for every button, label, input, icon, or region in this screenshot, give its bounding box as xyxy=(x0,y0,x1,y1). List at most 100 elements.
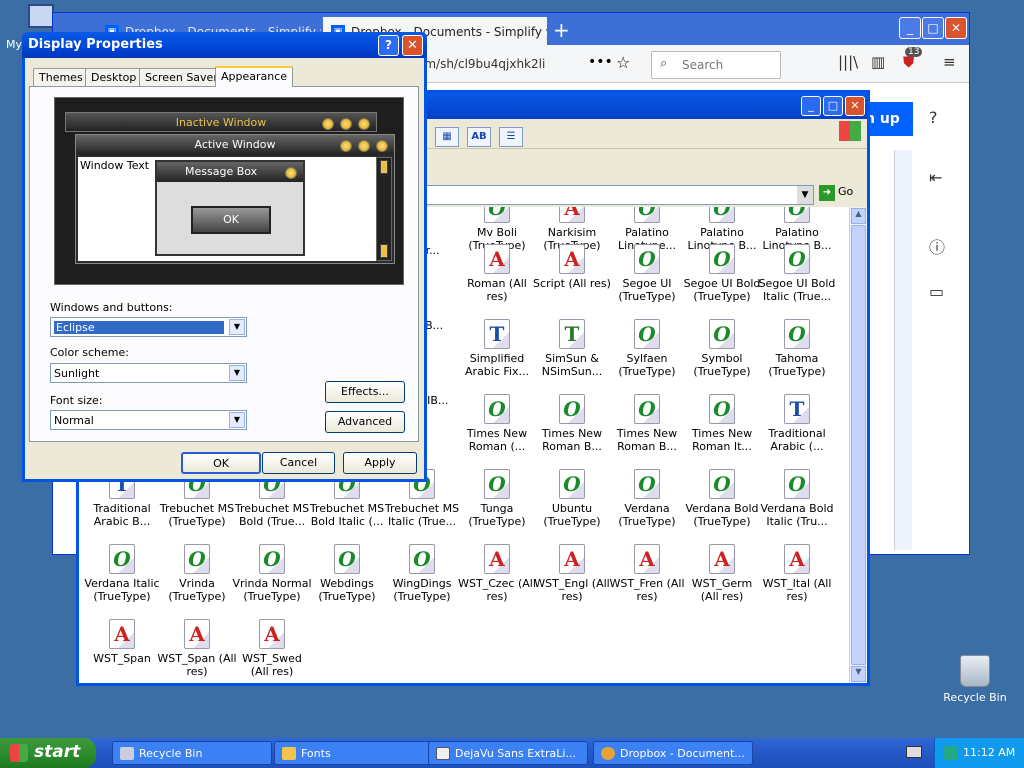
close-icon[interactable]: ✕ xyxy=(402,35,423,56)
effects-button[interactable]: Effects... xyxy=(325,381,405,403)
maximize-icon[interactable]: □ xyxy=(823,96,843,116)
keyboard-icon[interactable] xyxy=(906,746,922,758)
font-item[interactable]: A WST_Engl (All res) xyxy=(532,544,612,603)
font-item[interactable]: O Vrinda Normal (TrueType) xyxy=(232,544,312,603)
close-icon[interactable]: ✕ xyxy=(945,17,967,39)
recycle-bin-desktop-icon[interactable]: Recycle Bin xyxy=(940,655,1010,704)
clock[interactable]: 11:12 AM xyxy=(963,746,1015,759)
font-item[interactable]: O Symbol (TrueType) xyxy=(682,319,762,378)
large-icons-view-icon[interactable]: ▦ xyxy=(435,127,459,147)
menu-icon[interactable]: ≡ xyxy=(943,53,956,71)
font-item[interactable]: O WingDings (TrueType) xyxy=(382,544,462,603)
new-tab-icon[interactable]: + xyxy=(553,18,570,42)
go-button[interactable]: ➜ Go xyxy=(819,185,853,201)
taskbar-item-recycle-bin[interactable]: Recycle Bin xyxy=(112,741,272,765)
font-item-label: WST_Engl (All res) xyxy=(534,577,610,603)
font-file-icon: O xyxy=(484,207,510,223)
help-icon[interactable]: ? xyxy=(378,35,399,56)
font-item-label: Segoe UI (TrueType) xyxy=(618,277,676,303)
chevron-down-icon[interactable]: ▼ xyxy=(229,365,245,381)
font-item-label: WST_Ital (All res) xyxy=(762,577,832,603)
font-item[interactable]: A WST_Fren (All res) xyxy=(607,544,687,603)
apply-button[interactable]: Apply xyxy=(343,452,417,474)
windows-buttons-select[interactable]: Eclipse ▼ xyxy=(50,317,247,337)
ok-button[interactable]: OK xyxy=(181,452,261,474)
details-view-icon[interactable]: ☰ xyxy=(499,127,523,147)
font-item[interactable]: O Vrinda (TrueType) xyxy=(157,544,237,603)
font-item-label: WST_Fren (All res) xyxy=(609,577,685,603)
scroll-down-icon[interactable]: ▼ xyxy=(851,666,866,682)
address-bar[interactable]: ▼ xyxy=(419,185,814,205)
list-fonts-by-similarity-button[interactable]: AB xyxy=(467,127,491,147)
font-item[interactable]: O Verdana (TrueType) xyxy=(607,469,687,528)
font-item[interactable]: O Segoe UI (TrueType) xyxy=(607,244,687,303)
scroll-thumb[interactable] xyxy=(851,225,866,665)
scroll-up-icon[interactable]: ▲ xyxy=(851,208,866,224)
tab-desktop[interactable]: Desktop xyxy=(85,68,143,86)
info-icon[interactable]: ⓘ xyxy=(929,234,945,258)
font-item[interactable]: T Simplified Arabic Fix... xyxy=(457,319,537,378)
collapse-sidebar-icon[interactable]: ⇤ xyxy=(929,168,942,187)
font-item[interactable]: A WST_Span xyxy=(82,619,162,665)
font-item[interactable]: O Ubuntu (TrueType) xyxy=(532,469,612,528)
font-size-value: Normal xyxy=(54,414,94,427)
taskbar-item-fonts[interactable]: Fonts xyxy=(274,741,434,765)
font-item[interactable]: O Segoe UI Bold Italic (True... xyxy=(757,244,837,303)
color-scheme-select[interactable]: Sunlight ▼ xyxy=(50,363,247,383)
chevron-down-icon[interactable]: ▼ xyxy=(229,412,245,428)
my-computer-label[interactable]: My xyxy=(6,38,22,51)
font-item[interactable]: O Times New Roman It... xyxy=(682,394,762,453)
font-item[interactable]: O Webdings (TrueType) xyxy=(307,544,387,603)
search-input[interactable]: ⌕ Search xyxy=(651,51,781,79)
font-item[interactable]: O Times New Roman B... xyxy=(607,394,687,453)
font-item[interactable]: O Tahoma (TrueType) xyxy=(757,319,837,378)
font-item[interactable]: T Traditional Arabic (... xyxy=(757,394,837,453)
tab-themes[interactable]: Themes xyxy=(33,68,89,86)
network-icon[interactable] xyxy=(943,746,957,760)
start-button[interactable]: start xyxy=(0,738,96,768)
minimize-icon[interactable]: _ xyxy=(801,96,821,116)
taskbar-item-dejavu[interactable]: DejaVu Sans ExtraLi... xyxy=(428,741,588,765)
chevron-down-icon[interactable]: ▼ xyxy=(797,186,813,204)
folder-icon xyxy=(282,747,296,760)
font-item[interactable]: O Tunga (TrueType) xyxy=(457,469,537,528)
sidebar-icon[interactable]: ▥ xyxy=(871,53,885,71)
font-size-select[interactable]: Normal ▼ xyxy=(50,410,247,430)
font-item[interactable]: O Segoe UI Bold (TrueType) xyxy=(682,244,762,303)
advanced-button[interactable]: Advanced xyxy=(325,411,405,433)
help-icon[interactable]: ? xyxy=(929,108,938,127)
font-file-icon: A xyxy=(484,544,510,574)
font-item[interactable]: O Verdana Bold Italic (Tru... xyxy=(757,469,837,528)
background-scrollbar[interactable] xyxy=(894,150,912,550)
tab-appearance[interactable]: Appearance xyxy=(215,66,294,87)
page-actions-icon[interactable]: ••• xyxy=(588,54,613,70)
font-item[interactable]: A WST_Span (All res) xyxy=(157,619,237,678)
font-item[interactable]: O Times New Roman B... xyxy=(532,394,612,453)
font-item[interactable]: T SimSun & NSimSun... xyxy=(532,319,612,378)
bookmark-star-icon[interactable]: ☆ xyxy=(616,53,630,72)
font-item[interactable]: A WST_Germ (All res) xyxy=(682,544,762,603)
fonts-scrollbar[interactable]: ▲ ▼ xyxy=(849,207,867,683)
library-icon[interactable]: |||\ xyxy=(838,53,858,71)
font-size-label: Font size: xyxy=(50,394,103,407)
maximize-icon[interactable]: □ xyxy=(922,17,944,39)
font-item[interactable]: A WST_Czec (All res) xyxy=(457,544,537,603)
font-item[interactable]: A Script (All res) xyxy=(532,244,612,290)
font-item[interactable]: A WST_Ital (All res) xyxy=(757,544,837,603)
font-item[interactable]: O Verdana Italic (TrueType) xyxy=(82,544,162,603)
comment-icon[interactable]: ▭ xyxy=(929,282,944,301)
my-computer-icon[interactable] xyxy=(28,4,54,28)
font-item[interactable]: O Times New Roman (... xyxy=(457,394,537,453)
font-item[interactable]: O Sylfaen (TrueType) xyxy=(607,319,687,378)
cancel-button[interactable]: Cancel xyxy=(262,452,335,474)
minimize-icon[interactable]: _ xyxy=(899,17,921,39)
font-item[interactable]: A Roman (All res) xyxy=(457,244,537,303)
taskbar-item-dropbox[interactable]: Dropbox - Document... xyxy=(593,741,753,765)
windows-buttons-value: Eclipse xyxy=(54,321,224,334)
font-item[interactable]: O Verdana Bold (TrueType) xyxy=(682,469,762,528)
close-icon[interactable]: ✕ xyxy=(845,96,865,116)
color-scheme-label: Color scheme: xyxy=(50,346,129,359)
font-item[interactable]: A WST_Swed (All res) xyxy=(232,619,312,678)
chevron-down-icon[interactable]: ▼ xyxy=(229,319,245,335)
tab-screen-saver[interactable]: Screen Saver xyxy=(139,68,224,86)
